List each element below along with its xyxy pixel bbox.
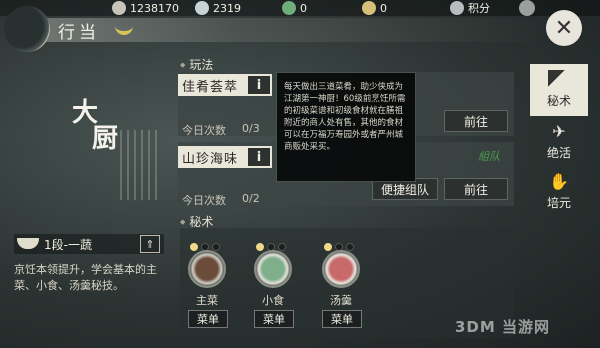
close-button[interactable]: ✕ bbox=[546, 10, 582, 46]
coin-icon bbox=[112, 1, 126, 15]
book-icon bbox=[548, 70, 570, 90]
calligraphy-art bbox=[120, 130, 162, 200]
main-dish-icon[interactable] bbox=[188, 250, 226, 288]
points-label: 积分 bbox=[468, 2, 490, 15]
resource-ingot: 2319 bbox=[195, 0, 241, 16]
play-card-1-go-button[interactable]: 前往 bbox=[444, 110, 508, 132]
soup-dish-icon[interactable] bbox=[322, 250, 360, 288]
snack-dish-icon[interactable] bbox=[254, 250, 292, 288]
ingot-icon bbox=[195, 1, 209, 15]
skill-3-menu-button[interactable]: 菜单 bbox=[322, 310, 362, 328]
play-card-1-count: 0/3 bbox=[242, 122, 260, 135]
gear-icon[interactable] bbox=[519, 0, 535, 16]
play-section-label: 玩法 bbox=[180, 56, 213, 73]
info-tooltip: 每天做出三道菜肴，助少侠成为江湖第一神厨！60级前烹饪所需的初级菜谱和初级食材就… bbox=[276, 72, 416, 182]
tab-secret-label: 秘术 bbox=[546, 94, 571, 108]
resource-coin: 1238170 bbox=[112, 0, 179, 16]
skill-3-label: 汤羹 bbox=[330, 294, 352, 307]
play-card-2-go-button[interactable]: 前往 bbox=[444, 178, 508, 200]
points-icon bbox=[450, 1, 464, 15]
jade-icon bbox=[282, 1, 296, 15]
art-title-char-2: 厨 bbox=[92, 124, 119, 154]
resource-jade: 0 bbox=[282, 0, 307, 16]
skill-1-label: 主菜 bbox=[196, 294, 218, 307]
tab-skill-label: 绝活 bbox=[546, 146, 571, 160]
team-stamp: 組队 bbox=[478, 150, 500, 163]
play-card-1-count-label: 今日次数 bbox=[182, 124, 226, 137]
ingot-value: 2319 bbox=[213, 1, 241, 15]
skill-1-menu-button[interactable]: 菜单 bbox=[188, 310, 228, 328]
skill-2-label: 小食 bbox=[262, 294, 284, 307]
play-card-2-count: 0/2 bbox=[242, 192, 260, 205]
tab-skill[interactable]: ✈ 绝活 bbox=[530, 122, 588, 166]
hand-icon: ✋ bbox=[549, 172, 569, 191]
play-card-1-info-button[interactable]: i bbox=[248, 76, 270, 94]
level-label: 1段-一蔬 bbox=[44, 238, 92, 252]
tab-secret[interactable]: 秘术 bbox=[530, 64, 588, 116]
play-card-2-info-button[interactable]: i bbox=[248, 148, 270, 166]
level-description: 京饪本领提升，学会基本的主菜、小食、汤羹秘技。 bbox=[14, 263, 157, 292]
watermark: 3DM 当游网 bbox=[455, 318, 551, 336]
play-card-2-count-label: 今日次数 bbox=[182, 194, 226, 207]
pouch-icon bbox=[362, 1, 376, 15]
page-title: 行当 bbox=[58, 23, 100, 43]
title-banner bbox=[30, 18, 550, 42]
skill-2-menu-button[interactable]: 菜单 bbox=[254, 310, 294, 328]
level-up-button[interactable]: ⇑ bbox=[140, 235, 160, 253]
coin-value: 1238170 bbox=[130, 1, 179, 15]
resource-pouch: 0 bbox=[362, 0, 387, 16]
tab-cultivate[interactable]: ✋ 培元 bbox=[530, 172, 588, 216]
jade-value: 0 bbox=[300, 1, 307, 15]
pouch-value: 0 bbox=[380, 1, 387, 15]
plane-icon: ✈ bbox=[552, 122, 566, 141]
tab-cultivate-label: 培元 bbox=[546, 196, 571, 210]
moon-emblem-icon bbox=[4, 6, 50, 52]
resource-points[interactable]: 积分 bbox=[450, 0, 490, 16]
